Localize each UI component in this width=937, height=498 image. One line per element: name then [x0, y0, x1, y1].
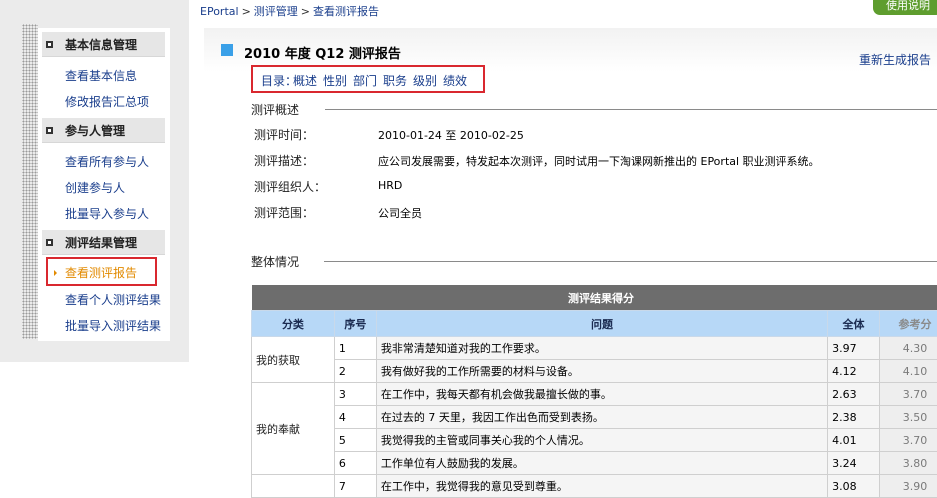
divider	[325, 109, 937, 110]
score-all: 3.24	[828, 452, 880, 475]
toc-link-performance[interactable]: 绩效	[443, 72, 467, 89]
score-all: 3.97	[828, 337, 880, 360]
question-cell: 在过去的 7 天里，我因工作出色而受到表扬。	[376, 406, 827, 429]
toc-label: 目录：	[261, 72, 297, 89]
toc-link-gender[interactable]: 性别	[323, 72, 347, 89]
table-row: 我的获取 1 我非常清楚知道对我的工作要求。 3.97 4.30	[252, 337, 937, 360]
column-header-question: 问题	[376, 311, 827, 337]
sidebar-item-edit-summary[interactable]: 修改报告汇总项	[65, 93, 149, 110]
breadcrumb-home[interactable]: EPortal	[200, 5, 239, 18]
toc-link-overview[interactable]: 概述	[293, 72, 317, 89]
square-bullet-icon	[46, 239, 53, 246]
score-all: 4.12	[828, 360, 880, 383]
row-number: 3	[334, 383, 376, 406]
table-row: 4 在过去的 7 天里，我因工作出色而受到表扬。 2.38 3.50	[252, 406, 937, 429]
score-reference: 3.70	[880, 429, 937, 452]
regenerate-report-link[interactable]: 重新生成报告	[859, 51, 931, 68]
field-value-organizer: HRD	[378, 179, 402, 192]
breadcrumb-assessment[interactable]: 测评管理	[254, 5, 298, 18]
arrow-right-icon	[54, 270, 57, 276]
question-cell: 在工作中，我每天都有机会做我最擅长做的事。	[376, 383, 827, 406]
results-table: 测评结果得分 分类 序号 问题 全体 参考分 我的获取 1 我非常清楚知道对我的…	[251, 285, 937, 498]
sidebar-group-participants[interactable]: 参与人管理	[42, 118, 165, 143]
toc-link-level[interactable]: 级别	[413, 72, 437, 89]
results-table-wrapper: 测评结果得分 分类 序号 问题 全体 参考分 我的获取 1 我非常清楚知道对我的…	[251, 285, 937, 498]
question-cell: 我非常清楚知道对我的工作要求。	[376, 337, 827, 360]
row-number: 7	[334, 475, 376, 498]
breadcrumb: EPortal>测评管理>查看测评报告	[200, 3, 379, 19]
score-reference: 3.80	[880, 452, 937, 475]
sidebar-item-create-participant[interactable]: 创建参与人	[65, 179, 125, 196]
category-cell: 我的奉献	[252, 383, 335, 475]
field-label-description: 测评描述：	[254, 152, 314, 169]
table-caption: 测评结果得分	[252, 285, 937, 311]
score-all: 2.38	[828, 406, 880, 429]
score-reference: 3.50	[880, 406, 937, 429]
overview-section-title: 测评概述	[251, 101, 299, 118]
score-reference: 4.30	[880, 337, 937, 360]
help-button[interactable]: 使用说明	[873, 0, 937, 15]
toc-link-department[interactable]: 部门	[353, 72, 377, 89]
table-row: 2 我有做好我的工作所需要的材料与设备。 4.12 4.10	[252, 360, 937, 383]
column-header-all: 全体	[828, 311, 880, 337]
row-number: 5	[334, 429, 376, 452]
divider	[324, 261, 937, 262]
sidebar-item-view-personal-results[interactable]: 查看个人测评结果	[65, 291, 161, 308]
question-cell: 我觉得我的主管或同事关心我的个人情况。	[376, 429, 827, 452]
field-label-time: 测评时间：	[254, 126, 314, 143]
category-cell	[252, 475, 335, 498]
sidebar-group-basic-info[interactable]: 基本信息管理	[42, 32, 165, 57]
column-header-reference: 参考分	[880, 311, 937, 337]
sidebar-item-import-participants[interactable]: 批量导入参与人	[65, 205, 149, 222]
sidebar-group-results[interactable]: 测评结果管理	[42, 230, 165, 255]
score-reference: 3.70	[880, 383, 937, 406]
sidebar-item-import-results[interactable]: 批量导入测评结果	[65, 317, 161, 334]
table-row: 7 在工作中，我觉得我的意见受到尊重。 3.08 3.90	[252, 475, 937, 498]
square-bullet-icon	[46, 127, 53, 134]
summary-section-title: 整体情况	[251, 253, 299, 270]
table-row: 我的奉献 3 在工作中，我每天都有机会做我最擅长做的事。 2.63 3.70	[252, 383, 937, 406]
score-reference: 3.90	[880, 475, 937, 498]
sidebar-item-view-basic-info[interactable]: 查看基本信息	[65, 67, 137, 84]
row-number: 6	[334, 452, 376, 475]
score-reference: 4.10	[880, 360, 937, 383]
table-of-contents: 目录： 概述 性别 部门 职务 级别 绩效	[251, 65, 485, 93]
field-label-organizer: 测评组织人：	[254, 178, 326, 195]
field-value-time: 2010-01-24 至 2010-02-25	[378, 127, 524, 143]
question-cell: 在工作中，我觉得我的意见受到尊重。	[376, 475, 827, 498]
row-number: 2	[334, 360, 376, 383]
table-row: 5 我觉得我的主管或同事关心我的个人情况。 4.01 3.70	[252, 429, 937, 452]
field-value-scope: 公司全员	[378, 205, 422, 221]
score-all: 4.01	[828, 429, 880, 452]
sidebar-item-view-report-active[interactable]: 查看测评报告	[46, 257, 157, 286]
table-row: 6 工作单位有人鼓励我的发展。 3.24 3.80	[252, 452, 937, 475]
score-all: 3.08	[828, 475, 880, 498]
category-cell: 我的获取	[252, 337, 335, 383]
sidebar-decoration	[22, 24, 38, 339]
sidebar-item-view-participants[interactable]: 查看所有参与人	[65, 153, 149, 170]
question-cell: 工作单位有人鼓励我的发展。	[376, 452, 827, 475]
row-number: 4	[334, 406, 376, 429]
breadcrumb-current[interactable]: 查看测评报告	[313, 5, 379, 18]
column-header-category: 分类	[252, 311, 335, 337]
score-all: 2.63	[828, 383, 880, 406]
toc-link-position[interactable]: 职务	[383, 72, 407, 89]
field-label-scope: 测评范围：	[254, 204, 314, 221]
title-square-icon	[221, 44, 233, 56]
square-bullet-icon	[46, 41, 53, 48]
row-number: 1	[334, 337, 376, 360]
field-value-description: 应公司发展需要，特发起本次测评，同时试用一下淘课网新推出的 EPortal 职业…	[378, 153, 820, 169]
page-title: 2010 年度 Q12 测评报告	[244, 43, 401, 62]
question-cell: 我有做好我的工作所需要的材料与设备。	[376, 360, 827, 383]
column-header-number: 序号	[334, 311, 376, 337]
